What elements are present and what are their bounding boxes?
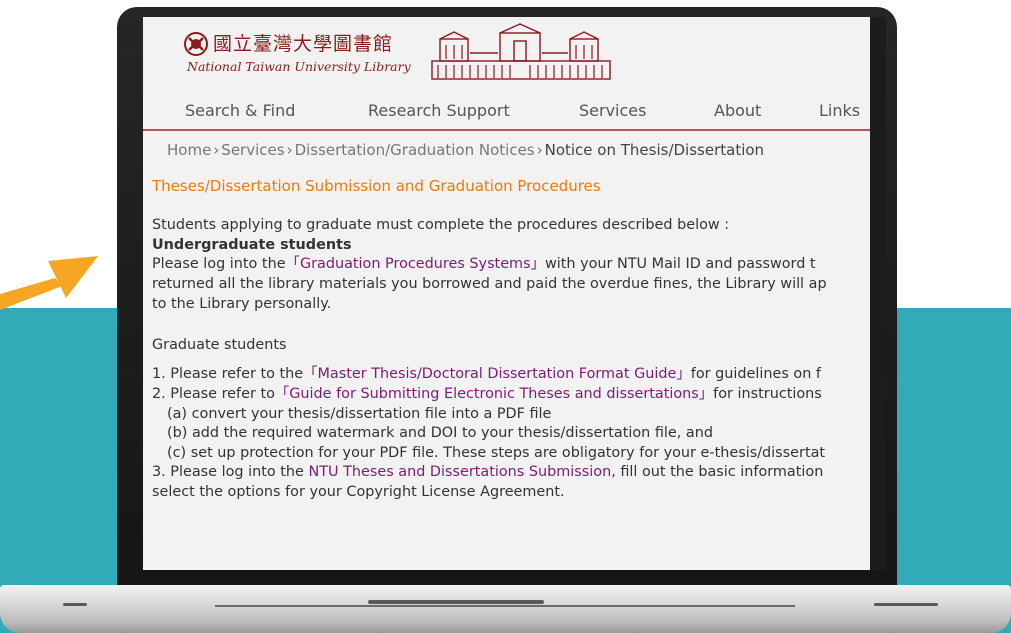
- text: 1. Please refer to the: [152, 366, 304, 383]
- grad-item-1: 1. Please refer to the「Master Thesis/Doc…: [152, 365, 870, 385]
- undergrad-heading: Undergraduate students: [152, 236, 352, 253]
- text: Please log into the: [152, 256, 286, 273]
- laptop-base-notch: [368, 600, 544, 604]
- nav-divider: [143, 129, 870, 131]
- graduation-procedures-systems-link[interactable]: 「Graduation Procedures Systems」: [286, 256, 545, 272]
- nav-item-links[interactable]: Links: [819, 101, 860, 120]
- text: 3. Please log into the: [152, 464, 304, 481]
- undergrad-line-1: Please log into the「Graduation Procedure…: [152, 255, 870, 275]
- page-title: Theses/Dissertation Submission and Gradu…: [152, 177, 601, 195]
- library-name-english[interactable]: National Taiwan University Library: [187, 59, 411, 74]
- text: for guidelines on f: [690, 366, 821, 383]
- breadcrumb-separator: ›: [536, 141, 543, 159]
- breadcrumb-home[interactable]: Home: [167, 141, 211, 159]
- grad-item-2b: (b) add the required watermark and DOI t…: [167, 425, 713, 442]
- laptop-base: [0, 585, 1011, 633]
- grad-item-3: 3. Please log into the NTU Theses and Di…: [152, 463, 870, 483]
- etd-guide-link[interactable]: 「Guide for Submitting Electronic Theses …: [275, 386, 713, 402]
- laptop-base-groove: [215, 605, 795, 607]
- grad-item-2a: (a) convert your thesis/dissertation fil…: [167, 405, 552, 422]
- laptop-port-right: [874, 603, 938, 606]
- arrow-icon: [0, 256, 98, 310]
- text: 2. Please refer to: [152, 385, 275, 402]
- browser-viewport: 國立臺灣大學圖書館 National Taiwan University Lib…: [143, 17, 870, 570]
- theses-submission-link[interactable]: NTU Theses and Dissertations Submission: [308, 464, 611, 480]
- breadcrumb-separator: ›: [286, 141, 293, 159]
- text: with your NTU Mail ID and password t: [544, 256, 816, 273]
- library-name-chinese[interactable]: 國立臺灣大學圖書館: [213, 29, 393, 56]
- nav-item-about[interactable]: About: [714, 101, 761, 120]
- breadcrumb-current: Notice on Thesis/Dissertation: [544, 141, 765, 159]
- undergrad-line-2: returned all the library materials you b…: [152, 275, 827, 292]
- library-building-logo[interactable]: [430, 23, 612, 81]
- main-nav: Search & Find Research Support Services …: [143, 97, 870, 127]
- grad-heading: Graduate students: [152, 336, 287, 353]
- site-header: 國立臺灣大學圖書館 National Taiwan University Lib…: [143, 17, 870, 87]
- article-content: Theses/Dissertation Submission and Gradu…: [152, 177, 870, 503]
- right-scrollbar[interactable]: [870, 17, 886, 570]
- breadcrumb-dissertation-notices[interactable]: Dissertation/Graduation Notices: [295, 141, 535, 159]
- nav-item-services[interactable]: Services: [579, 101, 646, 120]
- undergrad-line-3: to the Library personally.: [152, 295, 332, 312]
- text: , fill out the basic information: [611, 464, 824, 481]
- breadcrumb-services[interactable]: Services: [221, 141, 284, 159]
- laptop-port-left: [63, 603, 87, 606]
- text: for instructions: [713, 385, 822, 402]
- grad-item-2: 2. Please refer to「Guide for Submitting …: [152, 385, 870, 405]
- library-seal-icon[interactable]: [183, 31, 209, 57]
- breadcrumb-separator: ›: [213, 141, 220, 159]
- grad-item-2c: (c) set up protection for your PDF file.…: [167, 444, 826, 461]
- format-guide-link[interactable]: 「Master Thesis/Doctoral Dissertation For…: [303, 366, 691, 382]
- grad-item-3-line-2: select the options for your Copyright Li…: [152, 483, 565, 500]
- breadcrumb: Home › Services › Dissertation/Graduation No…: [167, 141, 764, 159]
- nav-item-research-support[interactable]: Research Support: [368, 101, 510, 120]
- intro-text: Students applying to graduate must compl…: [152, 217, 730, 234]
- nav-item-search-find[interactable]: Search & Find: [185, 101, 295, 120]
